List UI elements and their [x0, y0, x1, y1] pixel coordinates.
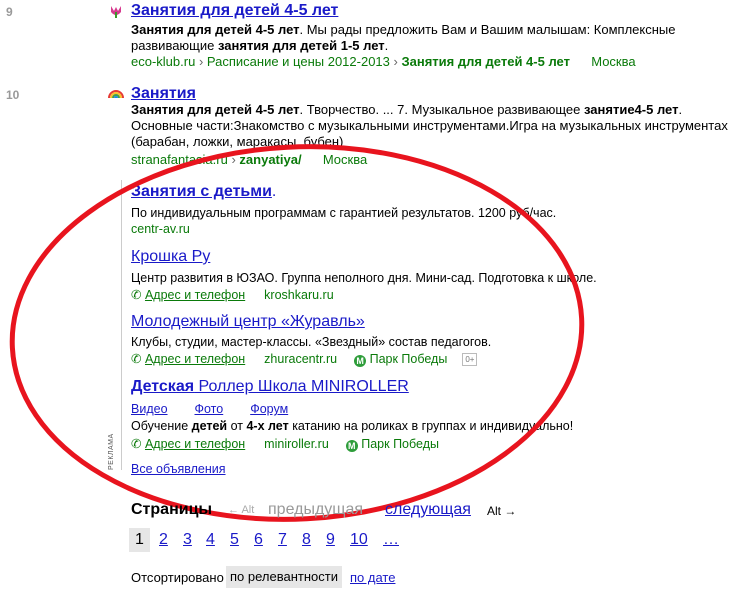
- page-link-3[interactable]: 3: [183, 531, 192, 549]
- page-link-8[interactable]: 8: [302, 531, 311, 549]
- result-number: 10: [6, 88, 20, 102]
- ad-title-link[interactable]: Молодежный центр «Журавль»: [131, 313, 365, 331]
- ad-title-link[interactable]: Занятия с детьми: [131, 183, 272, 200]
- result-url: stranafantasia.ru › zanyatiya/ Москва: [131, 152, 367, 167]
- page-link-10[interactable]: 10: [350, 531, 368, 549]
- sitelink-forum[interactable]: Форум: [250, 402, 288, 416]
- result-domain[interactable]: eco-klub.ru: [131, 54, 195, 69]
- sort-by-date-link[interactable]: по дате: [350, 570, 395, 585]
- ad-title-link[interactable]: Детская Роллер Школа MINIROLLER: [131, 378, 409, 395]
- ad-metro: Парк Победы: [361, 437, 439, 451]
- ad-meta: ✆ Адрес и телефон zhuracentr.ru M Парк П…: [131, 351, 478, 367]
- sort-active: по релевантности: [226, 566, 342, 588]
- ad-address-link[interactable]: Адрес и телефон: [145, 352, 245, 366]
- page-link-5[interactable]: 5: [230, 531, 239, 549]
- breadcrumb-separator: ›: [198, 54, 207, 69]
- sort-label: Отсортировано: [131, 570, 224, 585]
- page-link-more[interactable]: …: [383, 531, 399, 549]
- prev-page-link[interactable]: предыдущая: [268, 501, 363, 519]
- ad-address-link[interactable]: Адрес и телефон: [145, 437, 245, 451]
- ad-domain[interactable]: miniroller.ru: [264, 437, 329, 451]
- age-badge: 0+: [462, 353, 478, 366]
- result-title-link[interactable]: Занятия для детей 4-5 лет: [131, 2, 338, 20]
- result-title-link[interactable]: Занятия: [131, 85, 196, 103]
- breadcrumb-item[interactable]: Занятия для детей 4-5 лет: [401, 54, 570, 69]
- ad-metro: Парк Победы: [369, 352, 448, 366]
- result-domain[interactable]: stranafantasia.ru: [131, 152, 228, 167]
- next-hint: Alt →: [487, 504, 517, 518]
- ad-title: Детская Роллер Школа MINIROLLER: [131, 378, 409, 396]
- result-region: Москва: [591, 54, 636, 69]
- ad-title-dot: .: [271, 183, 277, 200]
- result-snippet: развивающие занятия для детей 1-5 лет.: [131, 38, 389, 53]
- current-page: 1: [135, 531, 144, 548]
- phone-icon: ✆: [131, 437, 142, 451]
- ad-text: Клубы, студии, мастер-классы. «Звездный»…: [131, 335, 492, 349]
- page-link-9[interactable]: 9: [326, 531, 335, 549]
- prev-hint: ← Alt: [228, 504, 255, 516]
- all-ads-link[interactable]: Все объявления: [131, 462, 226, 476]
- tulip-favicon-icon: [108, 3, 124, 19]
- metro-icon: M: [354, 355, 367, 367]
- breadcrumb-item[interactable]: Расписание и цены 2012-2013: [207, 54, 390, 69]
- next-page-link[interactable]: следующая: [385, 501, 471, 519]
- result-snippet: (барабан, ложки, маракасы, бубен): [131, 134, 344, 149]
- ads-divider: [121, 180, 122, 470]
- sitelink-photo[interactable]: Фото: [195, 402, 224, 416]
- result-snippet: Занятия для детей 4-5 лет. Творчество. .…: [131, 102, 683, 117]
- breadcrumb-item[interactable]: zanyatiya/: [239, 152, 301, 167]
- result-snippet: Основные части:Знакомство с музыкальными…: [131, 118, 728, 133]
- page-link-7[interactable]: 7: [278, 531, 287, 549]
- page-link-6[interactable]: 6: [254, 531, 263, 549]
- metro-icon: M: [345, 440, 358, 452]
- ad-meta: ✆ Адрес и телефон kroshkaru.ru: [131, 287, 334, 302]
- result-region: Москва: [322, 152, 368, 167]
- page-link-4[interactable]: 4: [206, 531, 215, 549]
- pager-label: Страницы: [131, 501, 213, 518]
- ad-text: Обучение детей от 4-х лет катанию на рол…: [131, 419, 574, 433]
- ad-sitelinks: Видео Фото Форум: [131, 402, 288, 416]
- result-url: eco-klub.ru › Расписание и цены 2012-201…: [131, 54, 636, 69]
- phone-icon: ✆: [131, 288, 142, 302]
- sitelink-video[interactable]: Видео: [131, 402, 168, 416]
- ad-domain[interactable]: kroshkaru.ru: [264, 288, 333, 302]
- ads-label: РЕКЛАМА: [108, 433, 115, 470]
- ad-text: Центр развития в ЮЗАО. Группа неполного …: [131, 271, 597, 285]
- ad-text: По индивидуальным программам с гарантией…: [131, 206, 557, 220]
- result-snippet: Занятия для детей 4-5 лет. Мы рады предл…: [131, 22, 676, 37]
- ad-domain[interactable]: zhuracentr.ru: [264, 352, 337, 366]
- result-number: 9: [6, 5, 13, 19]
- ad-domain[interactable]: centr-av.ru: [131, 222, 190, 236]
- phone-icon: ✆: [131, 352, 142, 366]
- ad-title: Занятия с детьми.: [131, 183, 276, 201]
- rainbow-favicon-icon: [108, 86, 124, 102]
- ad-meta: ✆ Адрес и телефон miniroller.ru M Парк П…: [131, 436, 439, 452]
- ad-address-link[interactable]: Адрес и телефон: [145, 288, 245, 302]
- page-link-2[interactable]: 2: [159, 531, 168, 549]
- ad-title-link[interactable]: Крошка Ру: [131, 248, 210, 266]
